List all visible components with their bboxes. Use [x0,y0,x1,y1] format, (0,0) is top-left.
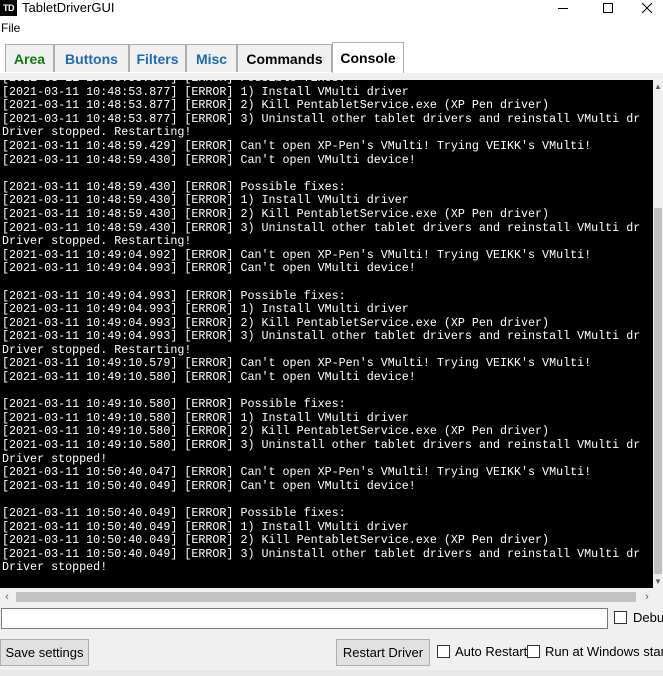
command-input[interactable] [1,608,608,629]
console-log: [2021-03-11 10:48:53.877] [ERROR] Possib… [2,80,640,575]
minimize-icon [557,8,568,9]
save-settings-button[interactable]: Save settings [0,639,89,666]
console-line: [2021-03-11 10:48:59.430] [ERROR] Can't … [2,152,416,167]
auto-restart-label: Auto Restart [455,644,528,659]
console-line: [2021-03-11 10:49:04.993] [ERROR] Can't … [2,261,416,276]
console-line: Driver stopped. Restarting! [2,342,192,357]
tab-console[interactable]: Console [332,42,404,73]
console-line: [2021-03-11 10:49:04.993] [ERROR] Possib… [2,288,346,303]
minimize-button[interactable] [540,0,585,16]
close-icon [641,2,652,14]
tab-misc[interactable]: Misc [186,44,237,72]
debug-checkbox-label: Debu [633,610,663,625]
console-line: [2021-03-11 10:50:40.049] [ERROR] 1) Ins… [2,519,409,534]
tab-area[interactable]: Area [5,44,54,72]
title-bar: TD TabletDriverGUI [0,0,663,17]
console-line: [2021-03-11 10:49:10.580] [ERROR] Possib… [2,397,346,412]
console-line: [2021-03-11 10:48:59.430] [ERROR] 3) Uni… [2,220,641,235]
menu-bar: File [0,17,663,39]
window-title: TabletDriverGUI [22,0,115,15]
scroll-right-arrow-icon[interactable]: › [640,588,654,605]
console-line: [2021-03-11 10:50:40.049] [ERROR] Can't … [2,478,416,493]
console-line: [2021-03-11 10:48:53.877] [ERROR] 1) Ins… [2,84,409,99]
scroll-left-arrow-icon[interactable]: ‹ [0,588,14,605]
run-at-startup-label: Run at Windows startu [545,644,663,659]
restart-driver-button[interactable]: Restart Driver [336,639,430,666]
console-line: Driver stopped! [2,451,108,466]
console-line: [2021-03-11 10:49:04.993] [ERROR] 3) Uni… [2,329,641,344]
horizontal-scrollbar[interactable]: ‹ › [0,588,663,605]
menu-file[interactable]: File [1,21,20,35]
console-line: [2021-03-11 10:50:40.049] [ERROR] Possib… [2,506,346,520]
horizontal-scroll-thumb[interactable] [16,592,636,602]
console-line: [2021-03-11 10:49:10.580] [ERROR] 2) Kil… [2,424,550,439]
console-line: [2021-03-11 10:48:59.430] [ERROR] 1) Ins… [2,193,409,208]
console-line: [2021-03-11 10:49:04.993] [ERROR] 2) Kil… [2,315,550,330]
console-line: Driver stopped! [2,560,108,575]
console-line: [2021-03-11 10:49:04.992] [ERROR] Can't … [2,247,592,262]
console-line: [2021-03-11 10:49:04.993] [ERROR] 1) Ins… [2,302,409,317]
console-line: Driver stopped. Restarting! [2,125,192,140]
run-at-startup-checkbox[interactable] [527,645,540,658]
console-output[interactable]: [2021-03-11 10:48:53.877] [ERROR] Possib… [0,80,653,588]
console-line: [2021-03-11 10:49:10.579] [ERROR] Can't … [2,356,592,371]
console-line: Driver stopped. Restarting! [2,234,192,249]
console-line: [2021-03-11 10:48:53.877] [ERROR] 2) Kil… [2,98,550,113]
tab-buttons[interactable]: Buttons [54,44,129,72]
console-line: [2021-03-11 10:48:53.877] [ERROR] 3) Uni… [2,111,641,126]
scroll-down-arrow-icon[interactable]: ▼ [653,574,663,588]
close-button[interactable] [630,0,663,16]
console-line: [2021-03-11 10:49:10.580] [ERROR] 1) Ins… [2,410,409,425]
debug-checkbox[interactable] [614,611,627,624]
console-line: [2021-03-11 10:48:59.430] [ERROR] 2) Kil… [2,206,550,221]
auto-restart-checkbox[interactable] [437,645,450,658]
vertical-scrollbar[interactable]: ▲ ▼ [653,80,663,588]
tab-bar: Area Buttons Filters Misc Commands Conso… [0,39,663,112]
maximize-button[interactable] [585,0,630,16]
status-strip [0,670,663,676]
console-line: [2021-03-11 10:48:59.429] [ERROR] Can't … [2,138,592,153]
console-line: [2021-03-11 10:49:10.580] [ERROR] Can't … [2,370,416,385]
maximize-icon [602,3,613,13]
scroll-up-arrow-icon[interactable]: ▲ [653,80,663,92]
app-icon: TD [0,0,17,16]
console-line: [2021-03-11 10:50:40.047] [ERROR] Can't … [2,465,592,480]
tab-filters[interactable]: Filters [129,44,186,72]
vertical-scroll-thumb[interactable] [654,208,662,574]
console-line: [2021-03-11 10:50:40.049] [ERROR] 2) Kil… [2,533,550,548]
console-line: [2021-03-11 10:50:40.049] [ERROR] 3) Uni… [2,546,641,561]
console-line: [2021-03-11 10:48:59.430] [ERROR] Possib… [2,179,346,194]
console-line: [2021-03-11 10:49:10.580] [ERROR] 3) Uni… [2,438,641,453]
tab-commands[interactable]: Commands [237,44,332,72]
